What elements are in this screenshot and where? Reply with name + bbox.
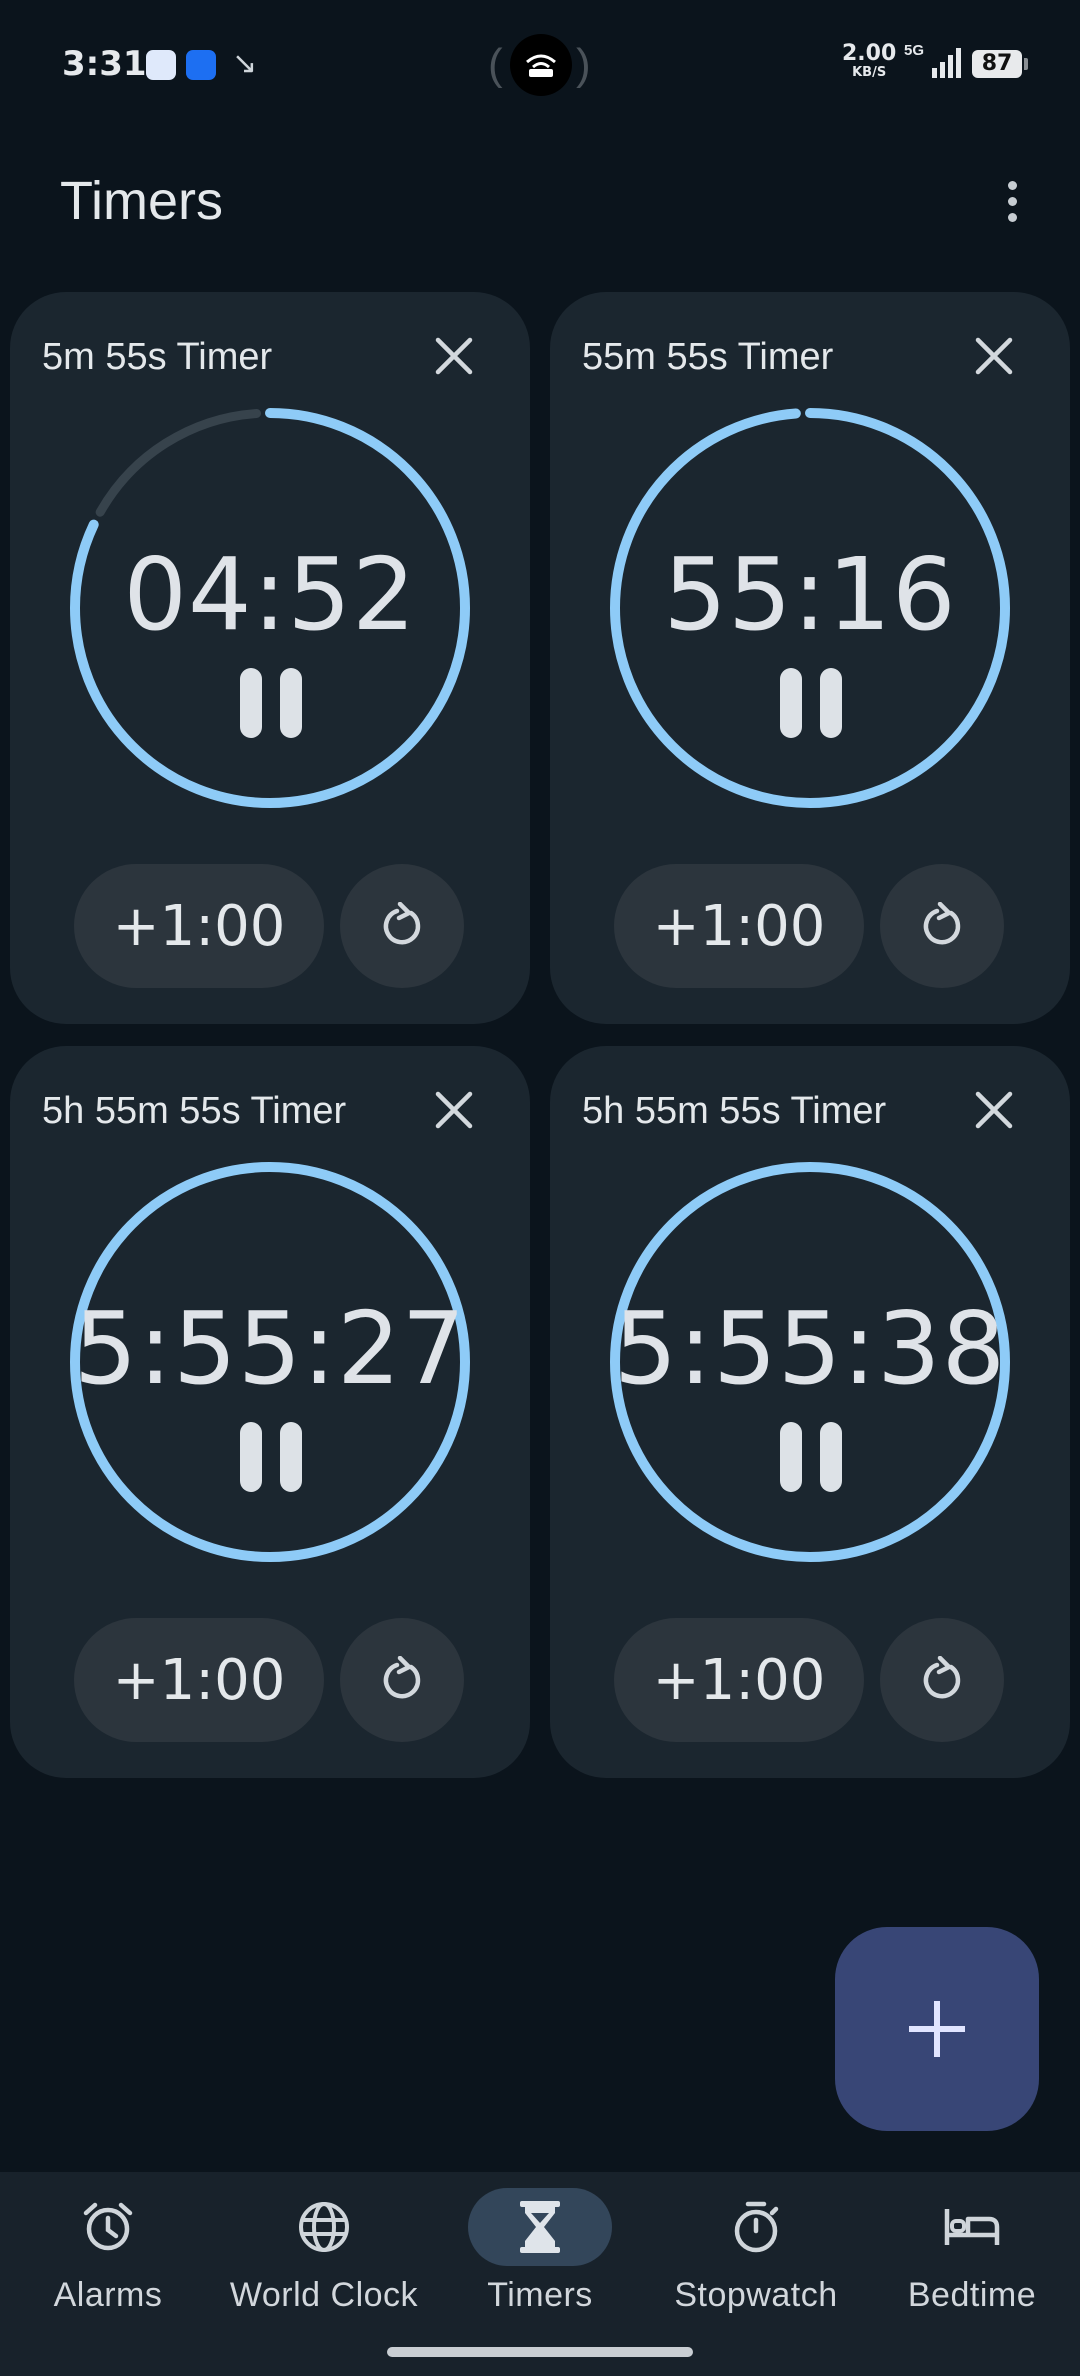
timer-remaining: 5:55:27 (73, 1290, 467, 1407)
add-minute-button[interactable]: +1:00 (74, 1618, 324, 1742)
plus-icon (909, 2001, 965, 2057)
battery-indicator: 87 (972, 50, 1028, 78)
reset-button[interactable] (340, 1618, 464, 1742)
pause-icon[interactable] (780, 668, 842, 738)
nav-label: Stopwatch (674, 2276, 838, 2314)
nav-bedtime[interactable]: Bedtime (864, 2172, 1080, 2376)
timer-card: 55m 55s Timer 55:16 +1:00 (550, 292, 1070, 1024)
timer-label: 55m 55s Timer (582, 336, 834, 378)
timer-remaining: 55:16 (663, 536, 957, 653)
timer-card: 5h 55m 55s Timer 5:55:27 +1:00 (10, 1046, 530, 1778)
close-icon[interactable] (966, 1082, 1022, 1138)
reset-button[interactable] (880, 864, 1004, 988)
nav-label: Alarms (53, 2276, 163, 2314)
status-time: 3:31 (62, 44, 147, 84)
nav-alarms[interactable]: Alarms (0, 2172, 216, 2376)
reset-icon (383, 902, 421, 945)
network-type: 5G (904, 42, 925, 59)
nav-label: Timers (487, 2276, 593, 2314)
close-icon[interactable] (426, 1082, 482, 1138)
stopwatch-icon (734, 2201, 779, 2253)
camera-pill: ( ) (488, 34, 592, 96)
close-icon[interactable] (966, 328, 1022, 384)
close-icon[interactable] (426, 328, 482, 384)
timer-label: 5h 55m 55s Timer (582, 1090, 887, 1132)
globe-icon (299, 2202, 349, 2252)
notification-app-icon (146, 50, 176, 80)
nav-world-clock[interactable]: World Clock (216, 2172, 432, 2376)
timer-label: 5m 55s Timer (42, 336, 273, 378)
add-timer-button[interactable] (835, 1927, 1039, 2131)
bed-icon (944, 2209, 1000, 2245)
network-speed: 2.00 KB/S (842, 41, 897, 81)
timer-remaining: 04:52 (123, 536, 417, 653)
status-bar: 3:31 ↘ ( ) 2.00 KB/S 5G 87 (0, 0, 1080, 130)
hotspot-icon (510, 34, 572, 96)
pause-icon[interactable] (240, 1422, 302, 1492)
reset-icon (923, 902, 961, 945)
missed-call-icon: ↘ (232, 47, 258, 80)
notification-app-icon (186, 50, 216, 80)
add-minute-button[interactable]: +1:00 (614, 1618, 864, 1742)
nav-label: Bedtime (907, 2276, 1037, 2314)
nav-stopwatch[interactable]: Stopwatch (648, 2172, 864, 2376)
add-minute-button[interactable]: +1:00 (614, 864, 864, 988)
home-indicator[interactable] (387, 2347, 693, 2357)
reset-icon (383, 1656, 421, 1699)
reset-button[interactable] (340, 864, 464, 988)
page-title: Timers (60, 171, 223, 231)
nav-label: World Clock (229, 2276, 419, 2314)
pause-icon[interactable] (240, 668, 302, 738)
signal-icon (932, 48, 961, 78)
timer-remaining: 5:55:38 (613, 1290, 1007, 1407)
more-options-icon[interactable] (990, 170, 1034, 232)
nav-timers[interactable]: Timers (432, 2172, 648, 2376)
timer-label: 5h 55m 55s Timer (42, 1090, 347, 1132)
add-minute-button[interactable]: +1:00 (74, 864, 324, 988)
timer-card: 5h 55m 55s Timer 5:55:38 +1:00 (550, 1046, 1070, 1778)
reset-button[interactable] (880, 1618, 1004, 1742)
alarm-icon (83, 2202, 133, 2251)
hourglass-icon (520, 2201, 560, 2253)
reset-icon (923, 1656, 961, 1699)
timer-card: 5m 55s Timer 04:52 +1:00 (10, 292, 530, 1024)
pause-icon[interactable] (780, 1422, 842, 1492)
bottom-navigation: Alarms World Clock Timers Stopwatch Bedt… (0, 2172, 1080, 2376)
